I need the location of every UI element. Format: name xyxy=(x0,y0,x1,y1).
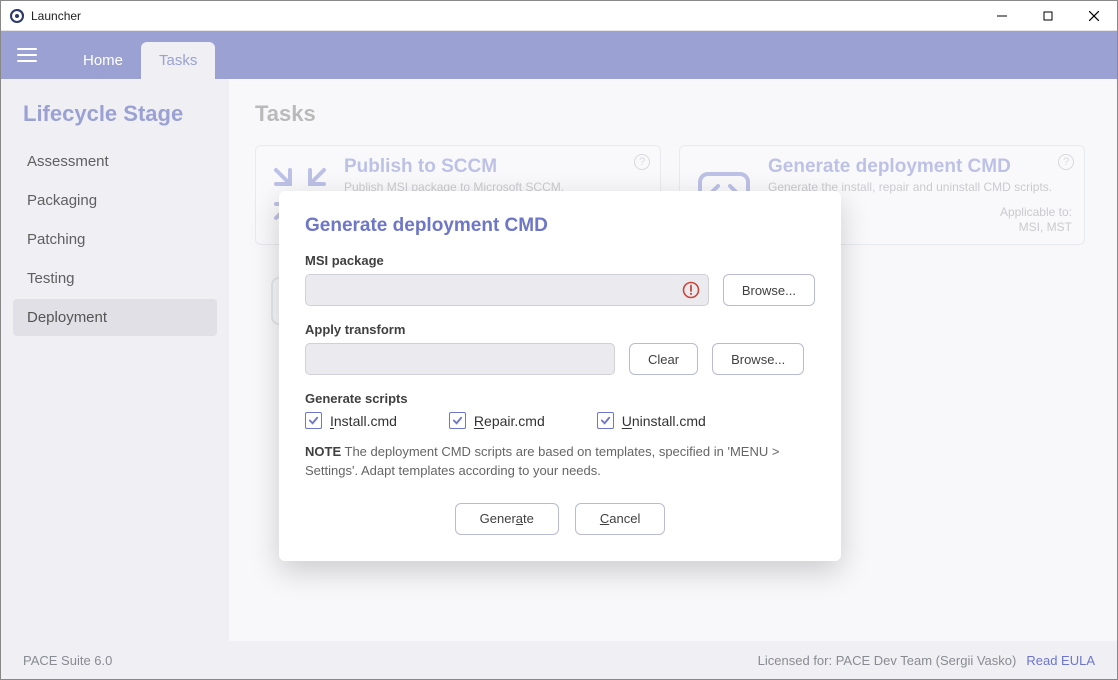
checkbox-icon xyxy=(305,412,322,429)
transform-input[interactable] xyxy=(305,343,615,375)
app-window: Launcher Home Tasks Lifecycle Stage Asse… xyxy=(0,0,1118,680)
app-icon xyxy=(9,8,25,24)
menu-icon[interactable] xyxy=(17,41,45,69)
checkbox-icon xyxy=(449,412,466,429)
sidebar-item-testing[interactable]: Testing xyxy=(13,260,217,297)
sidebar-item-deployment[interactable]: Deployment xyxy=(13,299,217,336)
footer-version: PACE Suite 6.0 xyxy=(23,653,112,668)
checkbox-icon xyxy=(597,412,614,429)
dialog-title: Generate deployment CMD xyxy=(305,215,815,237)
check-uninstall-label: Uninstall.cmd xyxy=(622,413,706,429)
tab-home[interactable]: Home xyxy=(65,42,141,79)
sidebar-item-patching[interactable]: Patching xyxy=(13,221,217,258)
check-repair-label: Repair.cmd xyxy=(474,413,545,429)
msi-label: MSI package xyxy=(305,253,815,268)
dialog-generate-cmd: Generate deployment CMD MSI package Brow… xyxy=(279,191,841,561)
check-repair[interactable]: Repair.cmd xyxy=(449,412,545,429)
maximize-button[interactable] xyxy=(1025,1,1071,31)
minimize-button[interactable] xyxy=(979,1,1025,31)
cancel-button[interactable]: Cancel xyxy=(575,503,665,535)
footer-license: Licensed for: PACE Dev Team (Sergii Vask… xyxy=(758,653,1017,668)
transform-label: Apply transform xyxy=(305,322,815,337)
footer: PACE Suite 6.0 Licensed for: PACE Dev Te… xyxy=(1,641,1117,679)
generate-scripts-label: Generate scripts xyxy=(305,391,815,406)
browse-msi-button[interactable]: Browse... xyxy=(723,274,815,306)
check-install-label: Install.cmd xyxy=(330,413,397,429)
generate-button[interactable]: Generate xyxy=(455,503,559,535)
titlebar: Launcher xyxy=(1,1,1117,31)
check-uninstall[interactable]: Uninstall.cmd xyxy=(597,412,706,429)
error-icon xyxy=(682,281,700,299)
sidebar-title: Lifecycle Stage xyxy=(23,101,217,127)
tab-tasks[interactable]: Tasks xyxy=(141,42,215,79)
footer-eula-link[interactable]: Read EULA xyxy=(1026,653,1095,668)
clear-button[interactable]: Clear xyxy=(629,343,698,375)
window-controls xyxy=(979,1,1117,31)
navbar: Home Tasks xyxy=(1,31,1117,79)
msi-package-input[interactable] xyxy=(305,274,709,306)
close-button[interactable] xyxy=(1071,1,1117,31)
note-text: NOTE The deployment CMD scripts are base… xyxy=(305,443,815,481)
sidebar-item-assessment[interactable]: Assessment xyxy=(13,143,217,180)
sidebar-item-packaging[interactable]: Packaging xyxy=(13,182,217,219)
sidebar: Lifecycle Stage Assessment Packaging Pat… xyxy=(1,79,229,643)
window-title: Launcher xyxy=(31,9,81,23)
browse-transform-button[interactable]: Browse... xyxy=(712,343,804,375)
check-install[interactable]: Install.cmd xyxy=(305,412,397,429)
